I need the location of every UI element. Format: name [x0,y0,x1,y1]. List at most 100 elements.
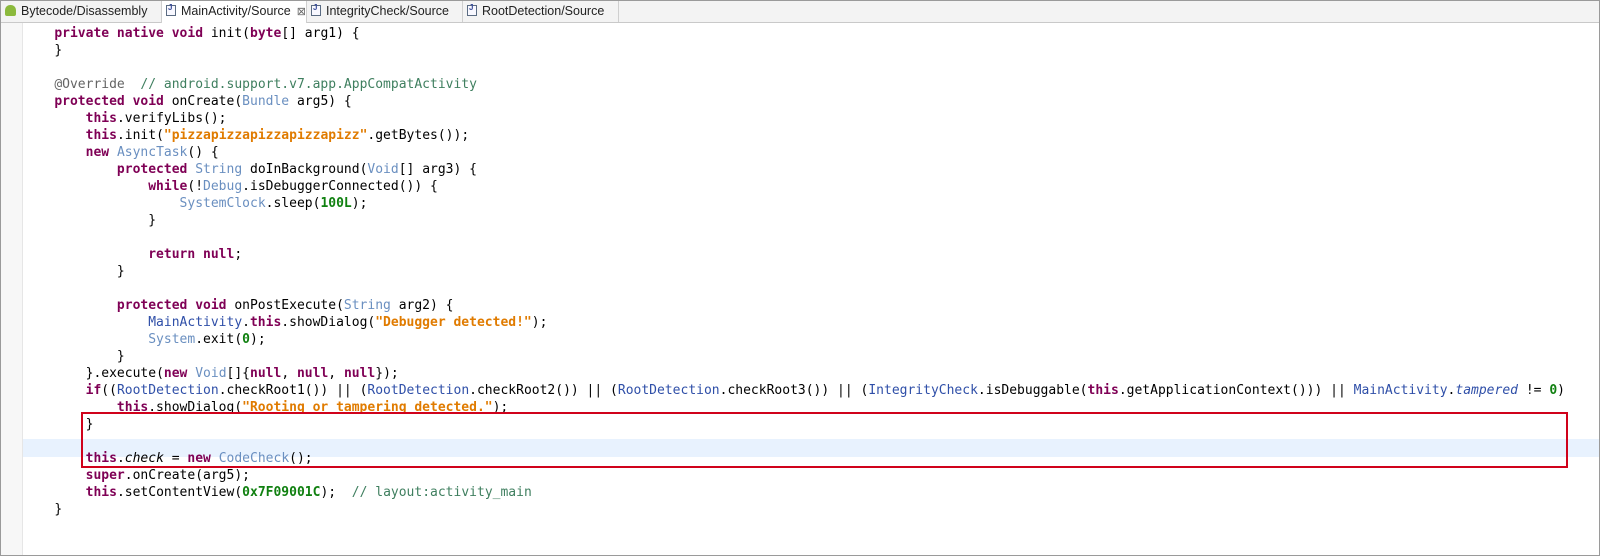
java-file-icon [311,3,321,16]
code-line: } [23,212,156,229]
code-text: arg2) { [390,298,454,313]
java-file-icon [467,3,477,16]
code-line: new AsyncTask() { [23,144,219,161]
android-icon [5,5,16,16]
code-line: protected void onPostExecute(String arg2… [23,297,454,314]
code-line: private native void init(byte[] arg1) { [23,25,360,42]
code-text: .init( [116,128,164,143]
code-line: protected void onCreate(Bundle arg5) { [23,93,352,110]
method-name: onCreate( [171,94,243,109]
tab-mainactivity-source[interactable]: MainActivity/Source ⊠ [161,1,307,23]
class-name: IntegrityCheck [868,383,978,398]
string-literal: "Debugger detected!" [375,315,532,330]
annotation: @Override [54,77,125,92]
class-name: RootDetection [617,383,720,398]
code-line: } [23,42,62,59]
code-line: SystemClock.sleep(100L); [23,195,368,212]
code-text: ); [531,315,548,330]
code-text: }.execute( [85,366,164,381]
keyword: super [85,468,125,483]
editor-tab-bar: Bytecode/Disassembly MainActivity/Source… [1,1,1599,23]
tab-label: Bytecode/Disassembly [21,4,148,18]
code-text: .checkRoot2()) || ( [469,383,618,398]
code-text: []{ [226,366,251,381]
code-text: } [54,43,63,58]
code-line: @Override // android.support.v7.app.AppC… [23,76,477,93]
type-name: AsyncTask [116,145,188,160]
code-text: .isDebuggerConnected()) { [242,179,438,194]
keyword: this [85,111,117,126]
code-text: () { [187,145,219,160]
tab-bytecode-disassembly[interactable]: Bytecode/Disassembly [1,1,163,22]
tab-label: MainActivity/Source [181,4,291,18]
close-icon[interactable]: ⊠ [297,6,306,18]
type-name: System [148,332,196,347]
keyword: protected void [116,298,235,313]
code-text: } [148,213,157,228]
comment: // android.support.v7.app.AppCompatActiv… [124,77,477,92]
number-literal: 0 [1549,383,1558,398]
editor-gutter [1,23,23,555]
type-name: SystemClock [179,196,266,211]
code-text: .getApplicationContext())) || [1118,383,1354,398]
method-name: onPostExecute( [234,298,344,313]
tab-label: IntegrityCheck/Source [326,4,449,18]
keyword: private native void [54,26,211,41]
code-line: this.init("pizzapizzapizzapizzapizz".get… [23,127,470,144]
keyword: this [249,315,282,330]
method-name: doInBackground( [242,162,368,177]
keyword: null [250,366,282,381]
field-name: tampered [1455,383,1518,398]
code-text: [] arg1) { [281,26,360,41]
keyword: this [1087,383,1119,398]
code-text: } [116,264,125,279]
class-name: MainActivity [1353,383,1448,398]
type-name: Void [367,162,399,177]
keyword: new [85,145,117,160]
number-literal: 0x7F09001C [242,485,321,500]
code-text: , [281,366,297,381]
code-text: }); [375,366,399,381]
java-file-icon [166,3,176,16]
keyword: byte [250,26,282,41]
code-text: ); [250,332,266,347]
keyword: protected [116,162,196,177]
code-text: ); [320,485,352,500]
tab-rootdetection-source[interactable]: RootDetection/Source [463,1,619,22]
type-name: Debug [203,179,243,194]
code-line: }.execute(new Void[]{null, null, null}); [23,365,399,382]
keyword: while [148,179,188,194]
keyword: this [85,485,117,500]
code-text: (( [101,383,117,398]
code-line: return null; [23,246,242,263]
number-literal: 0 [242,332,250,347]
code-text: .showDialog( [281,315,376,330]
class-name: MainActivity [148,315,243,330]
code-text: } [116,349,125,364]
keyword: this [85,128,117,143]
tab-integritycheck-source[interactable]: IntegrityCheck/Source [307,1,463,22]
method-name: init( [210,26,250,41]
code-text: } [54,502,63,517]
class-name: RootDetection [116,383,219,398]
code-text: arg5) { [289,94,352,109]
code-text: ); [351,196,368,211]
code-text: (! [187,179,204,194]
keyword: protected void [54,94,172,109]
code-line: } [23,263,125,280]
code-text: , [328,366,344,381]
code-line: this.setContentView(0x7F09001C); // layo… [23,484,532,501]
keyword: null [343,366,376,381]
code-text: .checkRoot3()) || ( [719,383,869,398]
keyword: if [85,383,102,398]
decompiler-window: Bytecode/Disassembly MainActivity/Source… [0,0,1600,556]
source-editor[interactable]: private native void init(byte[] arg1) { … [1,23,1599,555]
code-line-root-check: if((RootDetection.checkRoot1()) || (Root… [23,382,1565,399]
code-text: .onCreate(arg5); [124,468,250,483]
root-detection-highlight-box [81,412,1568,468]
code-text: ) [1557,383,1565,398]
number-literal: 100L [320,196,352,211]
code-text: [] arg3) { [398,162,477,177]
code-text: .setContentView( [116,485,243,500]
type-name: String [343,298,391,313]
